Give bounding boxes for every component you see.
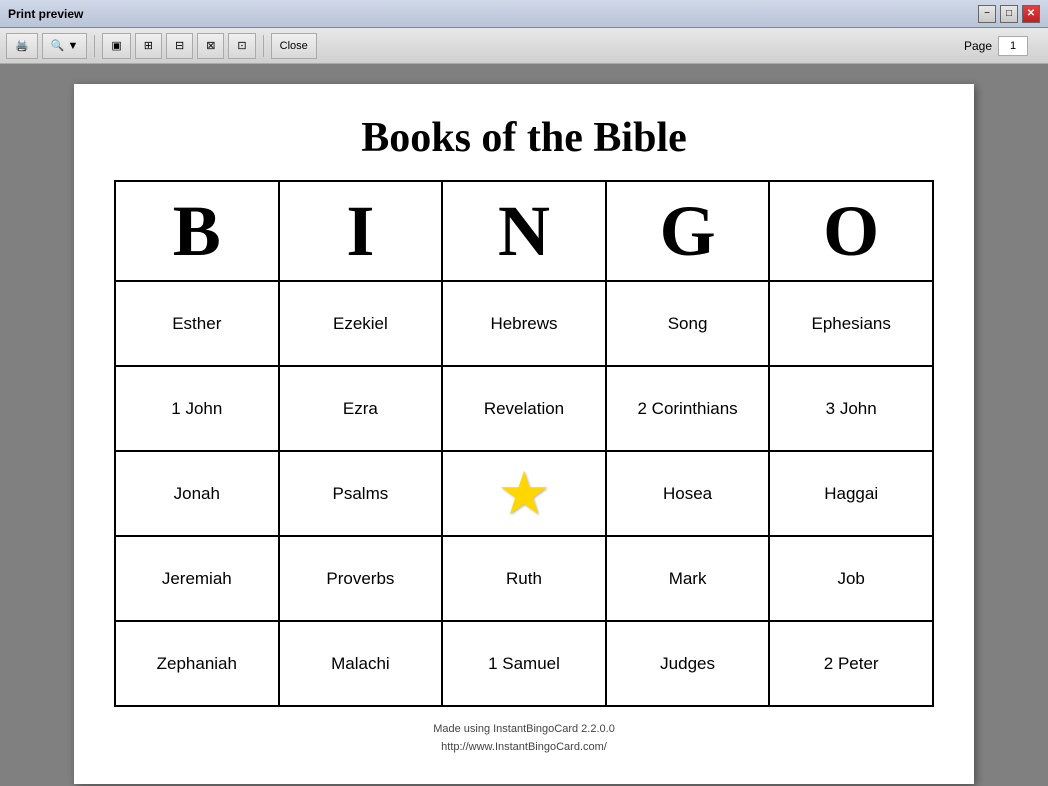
cell-r1c4: Song	[606, 281, 770, 366]
card-title: Books of the Bible	[114, 114, 934, 162]
free-space-star: ★	[497, 464, 551, 524]
cell-r1c1: Esther	[115, 281, 279, 366]
table-row: Jonah Psalms ★ Hosea Haggai	[115, 451, 933, 536]
toolbar-separator-1	[94, 35, 95, 57]
toolbar-separator-2	[263, 35, 264, 57]
page-label: Page	[964, 39, 992, 53]
print-button[interactable]: 🖨️	[6, 33, 38, 59]
table-row: Esther Ezekiel Hebrews Song Ephesians	[115, 281, 933, 366]
cell-r1c2: Ezekiel	[279, 281, 443, 366]
close-window-button[interactable]: ✕	[1022, 5, 1040, 23]
title-bar-text: Print preview	[8, 7, 83, 21]
table-row: 1 John Ezra Revelation 2 Corinthians 3 J…	[115, 366, 933, 451]
cell-r2c2: Ezra	[279, 366, 443, 451]
preview-page: Books of the Bible B I N G O Esther Ezek…	[74, 84, 974, 784]
cell-r5c4: Judges	[606, 621, 770, 706]
cell-r3c3-freespace: ★	[442, 451, 606, 536]
view-btn-3[interactable]: ⊟	[166, 33, 193, 59]
bingo-letter-n: N	[442, 181, 606, 281]
table-row: Jeremiah Proverbs Ruth Mark Job	[115, 536, 933, 621]
footer-line1: Made using InstantBingoCard 2.2.0.0	[114, 721, 934, 739]
cell-r4c4: Mark	[606, 536, 770, 621]
title-bar-controls: − □ ✕	[978, 5, 1040, 23]
main-area: Books of the Bible B I N G O Esther Ezek…	[0, 64, 1048, 786]
bingo-header-row: B I N G O	[115, 181, 933, 281]
minimize-button[interactable]: −	[978, 5, 996, 23]
footer-line2: http://www.InstantBingoCard.com/	[114, 739, 934, 757]
cell-r4c1: Jeremiah	[115, 536, 279, 621]
title-bar: Print preview − □ ✕	[0, 0, 1048, 28]
cell-r2c1: 1 John	[115, 366, 279, 451]
footer: Made using InstantBingoCard 2.2.0.0 http…	[114, 721, 934, 756]
cell-r3c5: Haggai	[769, 451, 933, 536]
cell-r2c5: 3 John	[769, 366, 933, 451]
restore-button[interactable]: □	[1000, 5, 1018, 23]
cell-r5c5: 2 Peter	[769, 621, 933, 706]
cell-r2c4: 2 Corinthians	[606, 366, 770, 451]
cell-r2c3: Revelation	[442, 366, 606, 451]
cell-r5c1: Zephaniah	[115, 621, 279, 706]
close-preview-button[interactable]: Close	[271, 33, 317, 59]
view-btn-4[interactable]: ⊠	[197, 33, 224, 59]
toolbar: 🖨️ 🔍 ▼ ▣ ⊞ ⊟ ⊠ ⊡ Close Page	[0, 28, 1048, 64]
bingo-table: B I N G O Esther Ezekiel Hebrews Song Ep…	[114, 180, 934, 707]
cell-r3c2: Psalms	[279, 451, 443, 536]
bingo-letter-o: O	[769, 181, 933, 281]
cell-r1c3: Hebrews	[442, 281, 606, 366]
bingo-letter-b: B	[115, 181, 279, 281]
view-btn-1[interactable]: ▣	[102, 33, 130, 59]
zoom-button[interactable]: 🔍 ▼	[42, 33, 88, 59]
bingo-letter-i: I	[279, 181, 443, 281]
cell-r3c1: Jonah	[115, 451, 279, 536]
cell-r5c2: Malachi	[279, 621, 443, 706]
cell-r5c3: 1 Samuel	[442, 621, 606, 706]
cell-r1c5: Ephesians	[769, 281, 933, 366]
cell-r4c5: Job	[769, 536, 933, 621]
table-row: Zephaniah Malachi 1 Samuel Judges 2 Pete…	[115, 621, 933, 706]
cell-r3c4: Hosea	[606, 451, 770, 536]
bingo-letter-g: G	[606, 181, 770, 281]
page-number-input[interactable]	[998, 36, 1028, 56]
view-btn-2[interactable]: ⊞	[135, 33, 162, 59]
cell-r4c3: Ruth	[442, 536, 606, 621]
cell-r4c2: Proverbs	[279, 536, 443, 621]
view-btn-5[interactable]: ⊡	[228, 33, 255, 59]
